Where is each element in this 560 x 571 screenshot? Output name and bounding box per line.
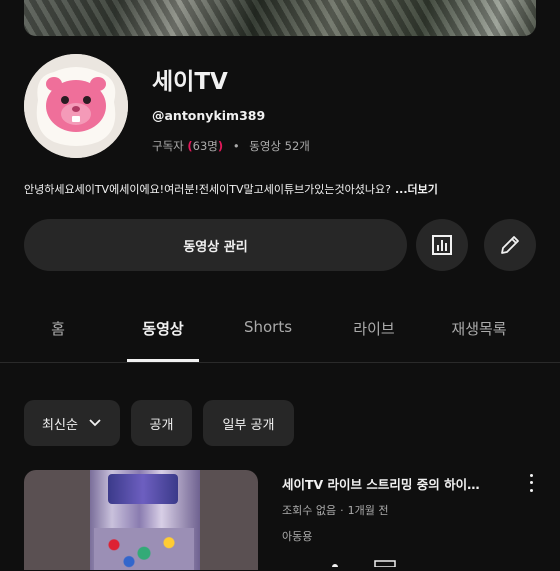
description-text: 안녕하세요세이TV에세이에요!여러분!전세이TV말고세이튜브가있는것아셨나요? [24, 183, 391, 196]
avatar-character-icon [24, 54, 128, 158]
video-age: 1개월 전 [347, 504, 389, 517]
more-dot [529, 488, 533, 492]
chevron-down-icon [89, 419, 101, 427]
more-dot [529, 481, 533, 485]
tab-shorts[interactable]: Shorts [244, 318, 292, 336]
channel-description[interactable]: 안녕하세요세이TV에세이에요!여러분!전세이TV말고세이튜브가있는것아셨나요?.… [24, 181, 536, 197]
video-thumbnail[interactable] [24, 470, 258, 570]
separator-dot: • [232, 139, 240, 153]
channel-stats: 구독자 (63명) • 동영상 52개 [152, 138, 310, 154]
thumbnail-jar-label [108, 474, 178, 504]
analytics-button[interactable] [416, 219, 468, 271]
filter-public-chip[interactable]: 공개 [131, 400, 192, 446]
separator-dot: · [340, 504, 344, 517]
sort-label: 최신순 [42, 417, 78, 433]
video-views: 조회수 없음 [282, 504, 337, 517]
tab-videos[interactable]: 동영상 [142, 318, 183, 339]
tab-home[interactable]: 홈 [51, 318, 65, 339]
video-meta: 조회수 없음 · 1개월 전 [282, 502, 388, 518]
video-audience-tag: 아동용 [282, 530, 313, 543]
more-dot [529, 474, 533, 478]
bar-chart-icon [432, 235, 452, 255]
avatar[interactable] [24, 54, 128, 158]
video-more-button[interactable] [521, 472, 541, 494]
video-count: 동영상 52개 [249, 139, 310, 153]
channel-tabs: 홈 동영상 Shorts 라이브 재생목록 [0, 300, 560, 363]
subscribers-label: 구독자 [152, 139, 184, 153]
video-stat-icons-partial [332, 560, 396, 570]
pencil-icon [501, 236, 519, 254]
more-link[interactable]: ...더보기 [395, 183, 438, 196]
video-stat-icons [325, 552, 415, 571]
active-tab-indicator [127, 359, 199, 362]
edit-channel-button[interactable] [484, 219, 536, 271]
channel-name: 세이TV [152, 69, 228, 95]
sort-dropdown[interactable]: 최신순 [24, 400, 120, 446]
manage-videos-button[interactable]: 동영상 관리 [24, 219, 407, 271]
annotation-close-paren: ) [217, 139, 224, 153]
thumbnail-candies [94, 528, 194, 570]
tab-live[interactable]: 라이브 [353, 318, 394, 339]
channel-banner [24, 0, 536, 36]
channel-handle: @antonykim389 [152, 108, 266, 123]
tab-playlists[interactable]: 재생목록 [451, 318, 506, 339]
video-title[interactable]: 세이TV 라이브 스트리밍 중의 하이… [282, 474, 522, 493]
subscriber-count: 63명 [192, 139, 218, 153]
filter-partial-public-chip[interactable]: 일부 공개 [203, 400, 294, 446]
